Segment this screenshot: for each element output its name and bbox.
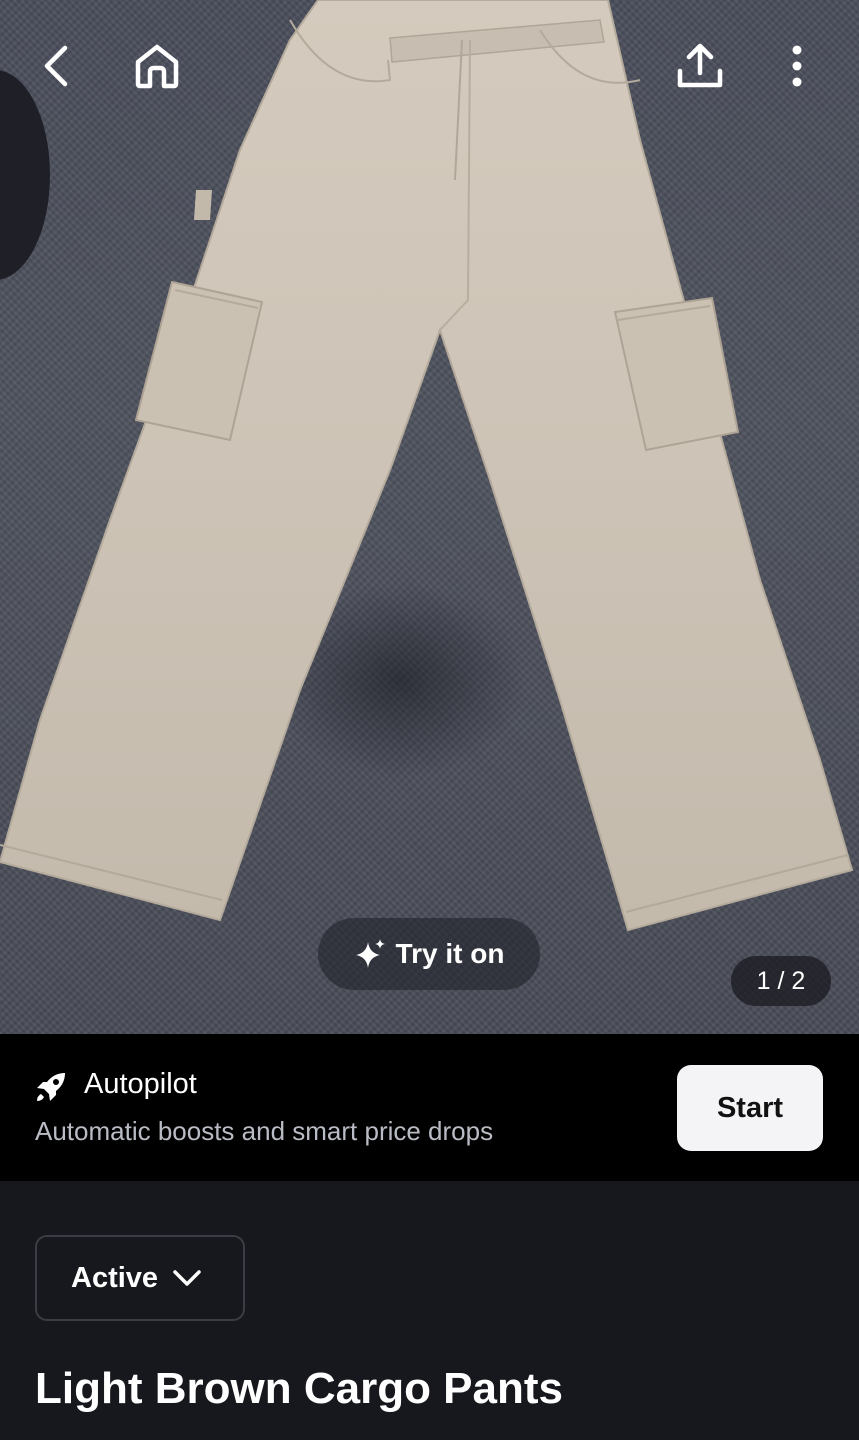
autopilot-subtitle: Automatic boosts and smart price drops bbox=[35, 1116, 494, 1146]
more-options-button[interactable] bbox=[767, 36, 827, 96]
photo-counter: 1 / 2 bbox=[731, 956, 831, 1006]
chevron-left-icon bbox=[44, 45, 68, 87]
home-button[interactable] bbox=[127, 36, 187, 96]
try-it-on-label: Try it on bbox=[395, 938, 505, 969]
autopilot-title: Autopilot bbox=[84, 1068, 197, 1100]
more-vertical-icon bbox=[792, 45, 802, 87]
autopilot-start-button[interactable]: Start bbox=[677, 1065, 823, 1151]
status-label: Active bbox=[71, 1261, 159, 1294]
rocket-icon bbox=[37, 1073, 65, 1101]
chevron-down-icon bbox=[173, 1270, 201, 1286]
back-button[interactable] bbox=[27, 36, 87, 96]
sparkle-icon bbox=[355, 939, 385, 968]
listing-photo[interactable]: Try it on 1 / 2 bbox=[0, 0, 859, 1034]
pants-image bbox=[0, 0, 854, 932]
try-it-on-button[interactable]: Try it on bbox=[318, 918, 540, 990]
share-button[interactable] bbox=[670, 36, 730, 96]
listing-status-dropdown[interactable]: Active bbox=[35, 1235, 245, 1321]
listing-title: Light Brown Cargo Pants bbox=[35, 1364, 563, 1413]
home-icon bbox=[135, 44, 179, 89]
share-upload-icon bbox=[677, 43, 723, 88]
